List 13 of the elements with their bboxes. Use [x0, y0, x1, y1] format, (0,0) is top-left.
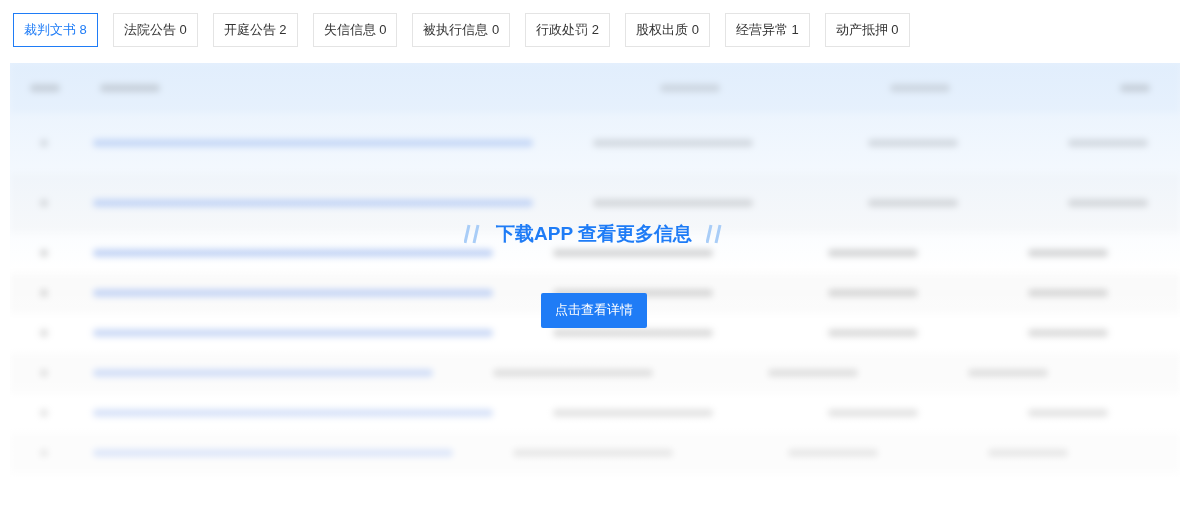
overlay-title: 下载APP 查看更多信息: [496, 222, 692, 246]
details-button[interactable]: 点击查看详情: [541, 292, 647, 328]
category-tab[interactable]: 法院公告 0: [112, 13, 198, 47]
category-tab[interactable]: 被执行信息 0: [412, 13, 511, 47]
category-tab[interactable]: 裁判文书 8: [13, 13, 98, 47]
category-tab[interactable]: 行政处罚 2: [525, 13, 611, 47]
category-tab[interactable]: 开庭公告 2: [212, 13, 298, 47]
slash-icon: [464, 224, 482, 245]
category-tab[interactable]: 股权出质 0: [625, 13, 710, 47]
slash-icon: [706, 224, 724, 245]
category-tab[interactable]: 经营异常 1: [724, 13, 810, 47]
category-tab[interactable]: 失信信息 0: [312, 13, 398, 47]
category-tab[interactable]: 动产抵押 0: [824, 13, 910, 47]
